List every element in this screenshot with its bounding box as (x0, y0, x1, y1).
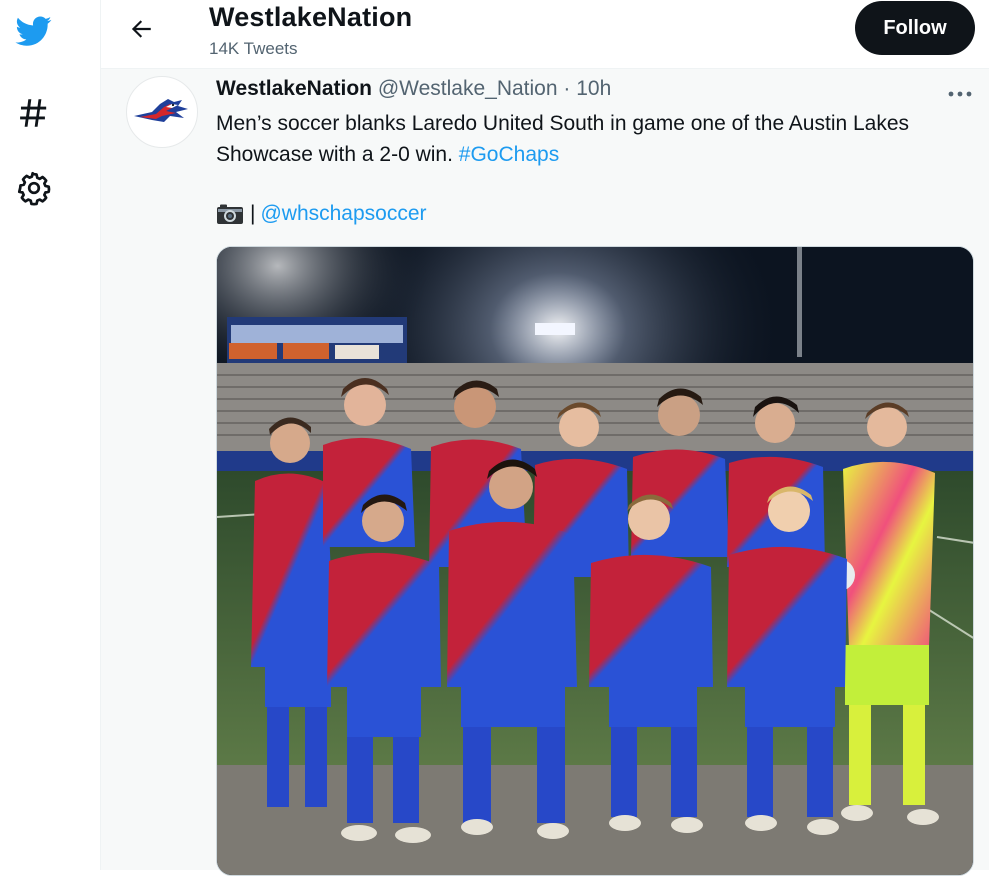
chaparral-logo-icon (134, 99, 188, 122)
tweet-time[interactable]: 10h (576, 77, 611, 100)
avatar[interactable] (126, 76, 198, 148)
page-title: WestlakeNation (209, 2, 413, 32)
mention-link[interactable]: @whschapsoccer (260, 199, 426, 229)
hashtag-link[interactable]: #GoChaps (459, 143, 559, 166)
gear-icon (17, 171, 51, 206)
back-button[interactable] (122, 10, 160, 48)
photo-credit: | @whschapsoccer (216, 199, 427, 229)
tweet[interactable]: WestlakeNation @Westlake_Nation · 10h Me… (101, 68, 989, 876)
author-handle[interactable]: @Westlake_Nation (378, 77, 558, 100)
profile-header: WestlakeNation 14K Tweets Follow (101, 0, 989, 68)
more-dots-icon (948, 91, 972, 97)
camera-icon (217, 204, 243, 224)
back-arrow-icon (131, 20, 151, 38)
tweet-body: Men’s soccer blanks Laredo United South … (216, 112, 910, 166)
left-nav (0, 0, 101, 870)
tweet-text: Men’s soccer blanks Laredo United South … (216, 108, 976, 170)
settings-link[interactable] (12, 166, 56, 210)
credit-separator: | (250, 202, 256, 225)
hashtag-icon (20, 99, 47, 127)
tweet-photo[interactable] (216, 246, 974, 876)
team-photo (217, 247, 973, 875)
twitter-home-link[interactable] (12, 9, 56, 53)
explore-link[interactable] (12, 91, 56, 135)
follow-button[interactable]: Follow (855, 1, 975, 55)
author-name[interactable]: WestlakeNation (216, 77, 372, 100)
twitter-bird-icon (15, 16, 52, 46)
tweet-header: WestlakeNation @Westlake_Nation · 10h (216, 77, 611, 101)
meta-separator: · (563, 77, 571, 100)
tweet-count: 14K Tweets (209, 39, 298, 58)
